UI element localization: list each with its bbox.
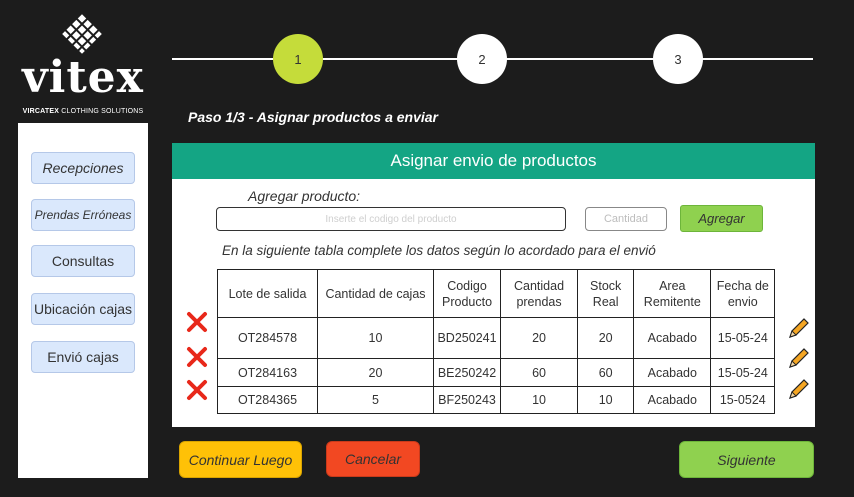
add-product-button[interactable]: Agregar xyxy=(680,205,763,232)
table-instructions: En la siguiente tabla complete los datos… xyxy=(222,243,656,258)
cell-fecha[interactable]: 15-05-24 xyxy=(710,317,776,359)
cell-cajas[interactable]: 20 xyxy=(317,358,434,387)
cell-fecha[interactable]: 15-0524 xyxy=(710,386,776,414)
sidebar-item-recepciones[interactable]: Recepciones xyxy=(31,152,135,184)
edit-row-1-pencil-icon[interactable] xyxy=(786,317,810,341)
delete-row-3-icon[interactable] xyxy=(186,379,208,401)
woven-diamond-icon xyxy=(62,14,102,54)
cell-lote[interactable]: OT284163 xyxy=(217,358,318,387)
col-lote-salida: Lote de salida xyxy=(217,269,318,318)
sidebar-item-consultas[interactable]: Consultas xyxy=(31,245,135,277)
cell-area[interactable]: Acabado xyxy=(633,358,712,387)
cell-codigo[interactable]: BD250241 xyxy=(432,317,502,359)
step-3[interactable]: 3 xyxy=(653,34,703,84)
col-codigo-producto: Codigo Producto xyxy=(432,269,502,318)
table-row: OT284163 20 BE250242 60 60 Acabado 15-05… xyxy=(217,358,776,387)
cell-lote[interactable]: OT284365 xyxy=(217,386,318,414)
continue-later-button[interactable]: Continuar Luego xyxy=(179,441,302,478)
quantity-input[interactable] xyxy=(585,207,667,231)
cell-lote[interactable]: OT284578 xyxy=(217,317,318,359)
step-2[interactable]: 2 xyxy=(457,34,507,84)
sidebar-item-prendas-erroneas[interactable]: Prendas Erróneas xyxy=(31,199,135,231)
cancel-button[interactable]: Cancelar xyxy=(326,441,420,477)
cell-area[interactable]: Acabado xyxy=(633,386,712,414)
sidebar-item-envio-cajas[interactable]: Envió cajas xyxy=(31,341,135,373)
col-fecha-envio: Fecha de envio xyxy=(710,269,776,318)
step-title: Paso 1/3 - Asignar productos a enviar xyxy=(188,109,439,125)
products-table: Lote de salida Cantidad de cajas Codigo … xyxy=(217,269,776,414)
cell-fecha[interactable]: 15-05-24 xyxy=(710,358,776,387)
delete-row-1-icon[interactable] xyxy=(186,311,208,333)
next-button[interactable]: Siguiente xyxy=(679,441,814,478)
sidebar-item-ubicacion-cajas[interactable]: Ubicación cajas xyxy=(31,293,135,325)
assign-shipment-panel: Asignar envio de productos Agregar produ… xyxy=(172,143,815,427)
step-1[interactable]: 1 xyxy=(273,34,323,84)
col-cantidad-cajas: Cantidad de cajas xyxy=(317,269,434,318)
sidebar: Recepciones Prendas Erróneas Consultas U… xyxy=(18,123,148,478)
edit-row-3-pencil-icon[interactable] xyxy=(786,378,810,402)
edit-row-2-pencil-icon[interactable] xyxy=(786,347,810,371)
col-stock-real: Stock Real xyxy=(577,269,635,318)
cell-prendas[interactable]: 60 xyxy=(500,358,579,387)
cell-stock[interactable]: 60 xyxy=(577,358,635,387)
cell-codigo[interactable]: BF250243 xyxy=(432,386,502,414)
cell-cajas[interactable]: 5 xyxy=(317,386,434,414)
cell-codigo[interactable]: BE250242 xyxy=(432,358,502,387)
table-row: OT284365 5 BF250243 10 10 Acabado 15-052… xyxy=(217,386,776,414)
cell-prendas[interactable]: 20 xyxy=(500,317,579,359)
col-cantidad-prendas: Cantidad prendas xyxy=(500,269,579,318)
cell-prendas[interactable]: 10 xyxy=(500,386,579,414)
add-product-label: Agregar producto: xyxy=(248,188,361,204)
cell-cajas[interactable]: 10 xyxy=(317,317,434,359)
panel-header: Asignar envio de productos xyxy=(172,143,815,179)
brand-name: vitex xyxy=(22,52,144,103)
cell-stock[interactable]: 10 xyxy=(577,386,635,414)
brand-tagline: VIRCATEX CLOTHING SOLUTIONS xyxy=(22,108,144,115)
cell-area[interactable]: Acabado xyxy=(633,317,712,359)
table-header-row: Lote de salida Cantidad de cajas Codigo … xyxy=(217,269,776,318)
delete-row-2-icon[interactable] xyxy=(186,346,208,368)
cell-stock[interactable]: 20 xyxy=(577,317,635,359)
product-code-input[interactable] xyxy=(216,207,566,231)
col-area-remitente: Area Remitente xyxy=(633,269,712,318)
brand-logo: vitex VIRCATEX CLOTHING SOLUTIONS xyxy=(18,12,148,115)
table-row: OT284578 10 BD250241 20 20 Acabado 15-05… xyxy=(217,317,776,359)
